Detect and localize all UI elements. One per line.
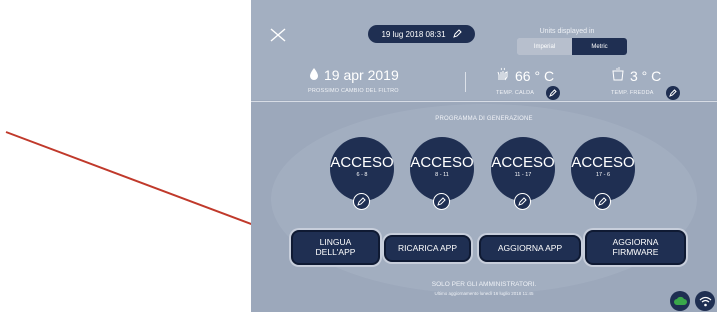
close-icon[interactable] bbox=[269, 27, 287, 43]
edit-hot-temp-button[interactable] bbox=[546, 86, 561, 100]
slot-state: ACCESO bbox=[571, 154, 635, 171]
pencil-icon bbox=[452, 28, 462, 40]
units-imperial[interactable]: Imperial bbox=[517, 38, 572, 55]
last-update-note: Ultimo aggiornamento lunedì 16 luglio 20… bbox=[434, 291, 534, 296]
admin-only-note: SOLO PER GLI AMMINISTRATORI. bbox=[431, 281, 537, 288]
slot-state: ACCESO bbox=[410, 154, 474, 171]
program-title: PROGRAMMA DI GENERAZIONE bbox=[435, 116, 533, 122]
slot-state: ACCESO bbox=[491, 154, 555, 171]
date-time-pill[interactable]: 19 lug 2018 08:31 bbox=[368, 25, 475, 43]
pencil-icon bbox=[357, 197, 366, 206]
cloud-icon[interactable] bbox=[670, 291, 690, 311]
hot-hand-icon bbox=[496, 67, 510, 84]
units-toggle[interactable]: Imperial Metric bbox=[517, 38, 627, 55]
edit-slot-button[interactable] bbox=[594, 193, 611, 210]
units-metric[interactable]: Metric bbox=[572, 38, 627, 55]
edit-slot-button[interactable] bbox=[353, 193, 370, 210]
hot-temp-label: TEMP. CALDA bbox=[496, 90, 535, 96]
cold-temp-label: TEMP. FREDDA bbox=[611, 90, 654, 96]
filter-status: 19 apr 2019 PROSSIMO CAMBIO DEL FILTRO bbox=[308, 67, 399, 94]
program-slot-4[interactable]: ACCESO 17 - 6 bbox=[571, 137, 635, 210]
reload-app-button[interactable]: RICARICA APP bbox=[384, 235, 471, 262]
slot-hours: 11 - 17 bbox=[514, 172, 532, 178]
program-slot-2[interactable]: ACCESO 8 - 11 bbox=[410, 137, 474, 210]
program-slot-1[interactable]: ACCESO 6 - 8 bbox=[330, 137, 394, 210]
app-panel: 19 lug 2018 08:31 Units displayed in Imp… bbox=[251, 0, 717, 312]
pencil-icon bbox=[598, 197, 607, 206]
hot-temp-value: 66 ° C bbox=[515, 67, 555, 84]
slot-hours: 17 - 6 bbox=[595, 172, 611, 178]
pencil-icon bbox=[549, 89, 557, 97]
hot-temp-status: 66 ° C TEMP. CALDA bbox=[496, 67, 561, 100]
filter-label: PROSSIMO CAMBIO DEL FILTRO bbox=[308, 88, 399, 94]
background-arc bbox=[271, 104, 697, 294]
separator bbox=[465, 72, 466, 92]
pencil-icon bbox=[518, 197, 527, 206]
slot-hours: 6 - 8 bbox=[356, 172, 368, 178]
program-slot-3[interactable]: ACCESO 11 - 17 bbox=[491, 137, 555, 210]
date-time-text: 19 lug 2018 08:31 bbox=[381, 29, 446, 39]
slot-state: ACCESO bbox=[330, 154, 394, 171]
update-app-button[interactable]: AGGIORNA APP bbox=[479, 235, 581, 262]
wifi-icon[interactable] bbox=[695, 291, 715, 311]
cold-temp-status: 3 ° C TEMP. FREDDA bbox=[611, 67, 680, 100]
cold-glass-icon bbox=[611, 67, 625, 84]
edit-slot-button[interactable] bbox=[433, 193, 450, 210]
divider bbox=[251, 101, 717, 102]
pencil-icon bbox=[668, 89, 677, 97]
water-drop-icon bbox=[309, 67, 319, 83]
update-firmware-button[interactable]: AGGIORNA FIRMWARE bbox=[585, 230, 686, 265]
pencil-icon bbox=[437, 197, 446, 206]
filter-date: 19 apr 2019 bbox=[324, 67, 399, 83]
units-title: Units displayed in bbox=[539, 28, 595, 35]
edit-slot-button[interactable] bbox=[514, 193, 531, 210]
edit-cold-temp-button[interactable] bbox=[665, 86, 680, 100]
language-button[interactable]: LINGUA DELL'APP bbox=[291, 230, 380, 265]
slot-hours: 8 - 11 bbox=[435, 172, 449, 178]
cold-temp-value: 3 ° C bbox=[630, 67, 662, 84]
